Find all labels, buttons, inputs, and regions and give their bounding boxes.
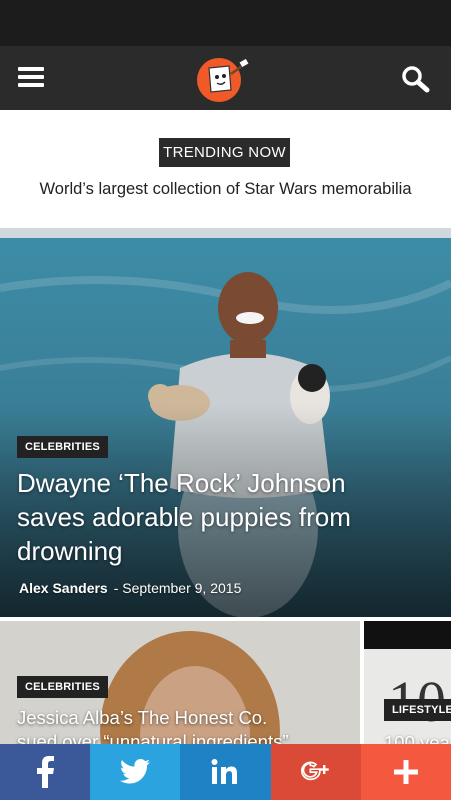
trending-headline-link[interactable]: World’s largest collection of Star Wars … [0, 180, 451, 199]
category-badge[interactable]: CELEBRITIES [17, 436, 108, 458]
google-plus-icon [300, 761, 329, 781]
linkedin-share-button[interactable] [180, 744, 271, 800]
article-title-line: Jessica Alba’s The Honest Co. [17, 707, 268, 728]
twitter-icon [120, 759, 151, 784]
search-icon[interactable] [400, 64, 432, 94]
marshmallow-mascot-logo[interactable] [193, 54, 251, 104]
share-bar [0, 744, 451, 800]
trending-badge: TRENDING NOW [159, 138, 290, 167]
app-bar [0, 46, 451, 110]
google-plus-share-button[interactable] [270, 744, 361, 800]
more-share-button[interactable] [360, 744, 451, 800]
status-bar [0, 0, 451, 46]
hero-article-card[interactable]: CELEBRITIES Dwayne ‘The Rock’ Johnson sa… [0, 228, 451, 617]
trending-section: TRENDING NOW World’s largest collection … [0, 110, 451, 228]
category-badge[interactable]: CELEBRITIES [17, 676, 108, 698]
hero-title-line: drowning [17, 536, 123, 566]
facebook-icon [37, 756, 55, 788]
plus-icon [393, 760, 418, 784]
author-link[interactable]: Alex Sanders [19, 580, 108, 596]
twitter-share-button[interactable] [90, 744, 181, 800]
post-date: - September 9, 2015 [113, 580, 242, 596]
hero-meta: Alex Sanders - September 9, 2015 [19, 580, 241, 596]
facebook-share-button[interactable] [0, 744, 91, 800]
hero-title-line: Dwayne ‘The Rock’ Johnson [17, 468, 346, 498]
hamburger-icon[interactable] [16, 64, 46, 90]
hero-title[interactable]: Dwayne ‘The Rock’ Johnson saves adorable… [17, 466, 437, 568]
hero-title-line: saves adorable puppies from [17, 502, 351, 532]
linkedin-icon [211, 759, 238, 784]
category-badge[interactable]: LIFESTYLE [384, 699, 451, 721]
